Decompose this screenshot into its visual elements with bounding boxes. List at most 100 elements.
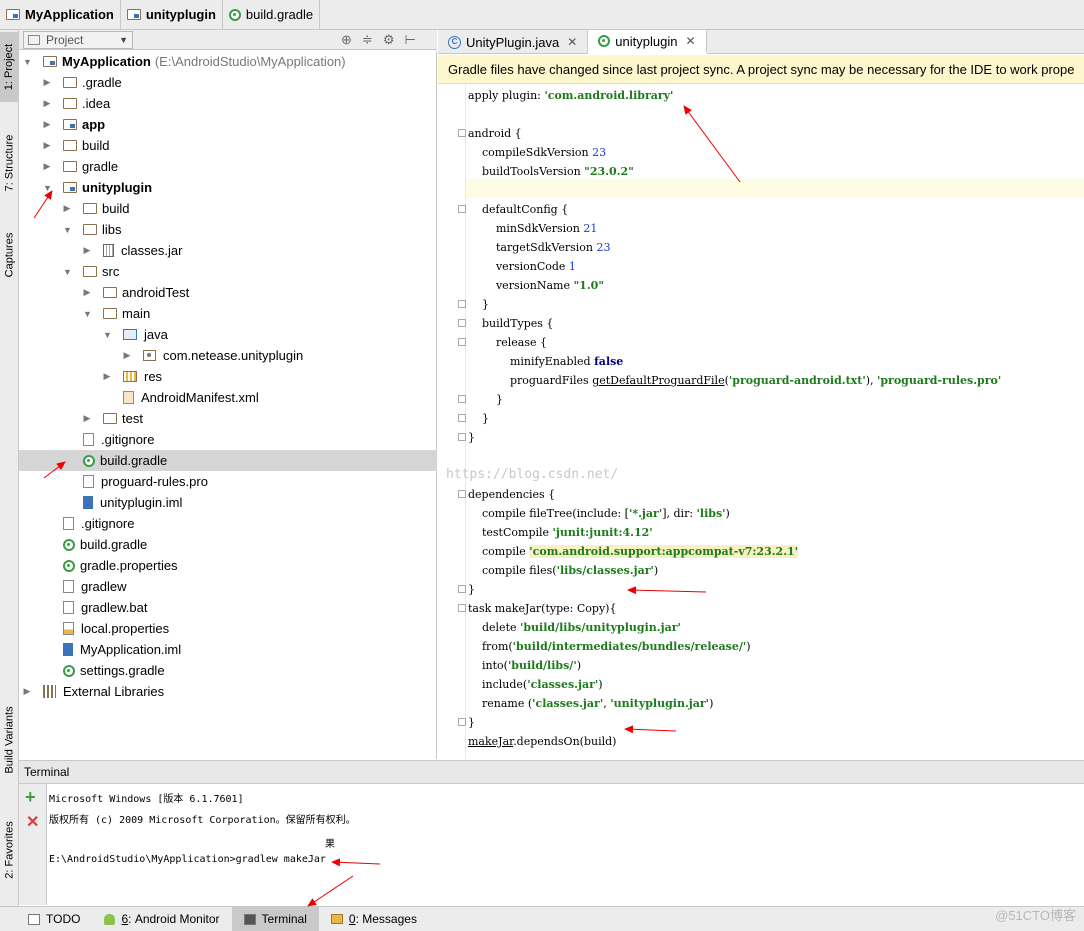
tool-tab-structure[interactable]: 7: Structure	[0, 120, 19, 205]
expand-toggle-icon[interactable]: ▶	[83, 245, 91, 256]
expand-toggle-icon[interactable]: ▶	[23, 686, 31, 697]
fold-marker-icon[interactable]	[458, 585, 466, 593]
tree-item[interactable]: ▶ test	[19, 408, 437, 429]
expand-toggle-icon[interactable]: ▼	[103, 330, 112, 340]
tree-item[interactable]: ▼ unityplugin	[19, 177, 437, 198]
expand-toggle-icon[interactable]: ▶	[43, 119, 51, 130]
code-line[interactable]: }	[468, 295, 489, 314]
tree-item[interactable]: ▶ build	[19, 135, 437, 156]
code-line[interactable]: }	[468, 390, 503, 409]
tool-tab-project[interactable]: 1: Project	[0, 32, 19, 102]
tool-tab-android-monitor[interactable]: 6: Android Monitor	[92, 907, 231, 931]
code-line[interactable]: delete 'build/libs/unityplugin.jar'	[468, 618, 681, 637]
fold-marker-icon[interactable]	[458, 129, 466, 137]
code-line[interactable]: testCompile 'junit:junit:4.12'	[468, 523, 653, 542]
expand-toggle-icon[interactable]: ▼	[63, 267, 72, 277]
tree-item[interactable]: ▼ src	[19, 261, 437, 282]
code-line[interactable]: makeJar.dependsOn(build)	[468, 732, 616, 751]
fold-marker-icon[interactable]	[458, 433, 466, 441]
code-line[interactable]: proguardFiles getDefaultProguardFile('pr…	[468, 371, 1001, 390]
tree-item[interactable]: .gitignore	[19, 513, 437, 534]
code-line[interactable]: android {	[468, 124, 522, 143]
tree-item[interactable]: settings.gradle	[19, 660, 437, 681]
code-line[interactable]: compile fileTree(include: ['*.jar'], dir…	[468, 504, 730, 523]
tool-tab-messages[interactable]: 0: Messages	[319, 907, 429, 931]
code-line[interactable]: include('classes.jar')	[468, 675, 603, 694]
tree-item[interactable]: build.gradle	[19, 450, 437, 471]
code-line[interactable]: rename ('classes.jar', 'unityplugin.jar'…	[468, 694, 713, 713]
gradle-sync-banner[interactable]: Gradle files have changed since last pro…	[438, 55, 1084, 84]
code-line[interactable]: apply plugin: 'com.android.library'	[468, 86, 673, 105]
expand-toggle-icon[interactable]: ▶	[43, 98, 51, 109]
tool-tab-build-variants[interactable]: Build Variants	[0, 695, 19, 785]
tool-tab-captures[interactable]: Captures	[0, 220, 19, 290]
tree-item[interactable]: ▼ main	[19, 303, 437, 324]
tree-item[interactable]: ▶ gradle	[19, 156, 437, 177]
expand-toggle-icon[interactable]: ▶	[123, 350, 131, 361]
code-line[interactable]: dependencies {	[468, 485, 555, 504]
fold-marker-icon[interactable]	[458, 319, 466, 327]
code-editor[interactable]: apply plugin: 'com.android.library' andro…	[438, 84, 1084, 759]
tree-item[interactable]: ▶ External Libraries	[19, 681, 437, 702]
code-line[interactable]: minSdkVersion 21	[468, 219, 597, 238]
tool-tab-todo[interactable]: TODO	[16, 907, 92, 931]
expand-toggle-icon[interactable]: ▶	[43, 140, 51, 151]
fold-marker-icon[interactable]	[458, 300, 466, 308]
tree-item[interactable]: ▶ build	[19, 198, 437, 219]
tree-item[interactable]: gradlew	[19, 576, 437, 597]
tool-tab-terminal[interactable]: Terminal	[231, 907, 319, 931]
tree-item[interactable]: MyApplication.iml	[19, 639, 437, 660]
expand-toggle-icon[interactable]: ▼	[23, 57, 32, 67]
terminal-output[interactable]: Microsoft Windows [版本 6.1.7601] 版权所有 (c)…	[47, 784, 1084, 905]
fold-marker-icon[interactable]	[458, 205, 466, 213]
expand-toggle-icon[interactable]: ▶	[63, 203, 71, 214]
expand-toggle-icon[interactable]: ▶	[83, 287, 91, 298]
editor-tab-unityplugin-java[interactable]: C UnityPlugin.java ✕	[438, 30, 589, 54]
tree-item[interactable]: ▶ .idea	[19, 93, 437, 114]
tree-item[interactable]: .gitignore	[19, 429, 437, 450]
tree-item[interactable]: ▶ app	[19, 114, 437, 135]
code-line[interactable]: buildTypes {	[468, 314, 553, 333]
new-session-icon[interactable]: +	[25, 788, 36, 806]
code-line[interactable]: buildToolsVersion "23.0.2"	[468, 162, 634, 181]
fold-marker-icon[interactable]	[458, 395, 466, 403]
code-line[interactable]: compile 'com.android.support:appcompat-v…	[468, 542, 799, 561]
fold-marker-icon[interactable]	[458, 490, 466, 498]
scroll-from-source-icon[interactable]: ⊕	[341, 32, 352, 48]
fold-marker-icon[interactable]	[458, 414, 466, 422]
tree-item[interactable]: gradlew.bat	[19, 597, 437, 618]
expand-toggle-icon[interactable]: ▼	[63, 225, 72, 235]
tree-item[interactable]: ▶ classes.jar	[19, 240, 437, 261]
breadcrumb-module[interactable]: unityplugin	[121, 0, 223, 30]
code-line[interactable]: compileSdkVersion 23	[468, 143, 606, 162]
tree-item[interactable]: build.gradle	[19, 534, 437, 555]
code-line[interactable]: versionName "1.0"	[468, 276, 604, 295]
tree-item[interactable]: ▶ .gradle	[19, 72, 437, 93]
tree-item[interactable]: ▶ res	[19, 366, 437, 387]
breadcrumb-file[interactable]: build.gradle	[223, 0, 321, 30]
expand-toggle-icon[interactable]: ▶	[103, 371, 111, 382]
editor-tab-unityplugin-gradle[interactable]: unityplugin ✕	[588, 30, 707, 54]
collapse-all-icon[interactable]: ≑	[362, 32, 373, 48]
tree-item[interactable]: gradle.properties	[19, 555, 437, 576]
tree-item[interactable]: ▶ com.netease.unityplugin	[19, 345, 437, 366]
gear-icon[interactable]: ⚙	[383, 32, 395, 48]
code-line[interactable]: }	[468, 428, 475, 447]
tool-tab-favorites[interactable]: 2: Favorites	[0, 810, 19, 890]
close-session-icon[interactable]: ✕	[26, 814, 39, 832]
code-line[interactable]: compile files('libs/classes.jar')	[468, 561, 658, 580]
code-line[interactable]: targetSdkVersion 23	[468, 238, 611, 257]
editor-gutter[interactable]	[438, 84, 466, 759]
code-line[interactable]: }	[468, 580, 475, 599]
project-view-dropdown[interactable]: Project ▼	[23, 30, 133, 49]
fold-marker-icon[interactable]	[458, 718, 466, 726]
code-line[interactable]: defaultConfig {	[468, 200, 568, 219]
expand-toggle-icon[interactable]: ▶	[83, 413, 91, 424]
close-icon[interactable]: ✕	[567, 35, 577, 49]
close-icon[interactable]: ✕	[685, 34, 695, 48]
tree-item[interactable]: ▼ java	[19, 324, 437, 345]
tree-item[interactable]: AndroidManifest.xml	[19, 387, 437, 408]
tree-item[interactable]: local.properties	[19, 618, 437, 639]
tree-item[interactable]: proguard-rules.pro	[19, 471, 437, 492]
fold-marker-icon[interactable]	[458, 604, 466, 612]
